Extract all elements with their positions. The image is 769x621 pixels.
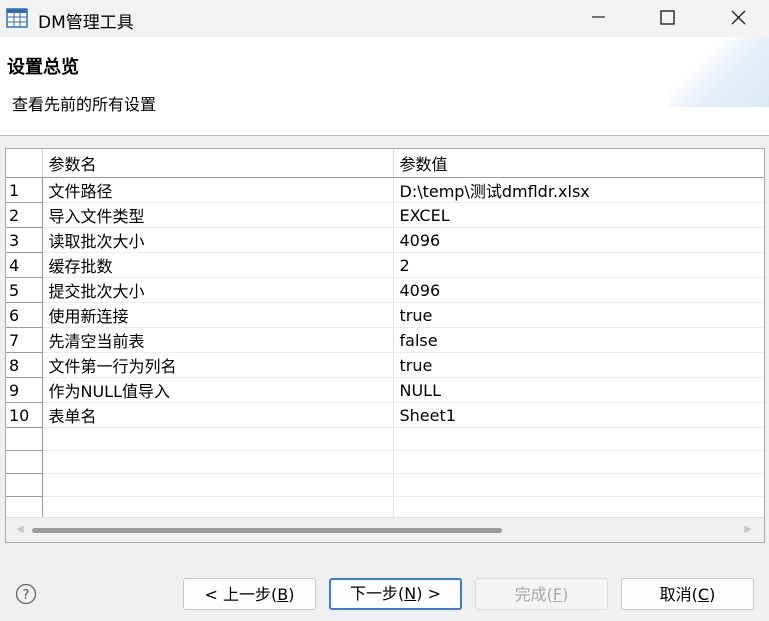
next-button[interactable]: 下一步(N) > <box>329 578 462 610</box>
param-value-cell[interactable]: Sheet1 <box>393 402 764 428</box>
row-number <box>6 473 43 497</box>
row-number <box>6 427 43 451</box>
row-number[interactable]: 1 <box>6 177 43 203</box>
finish-mnemonic: F <box>552 585 563 604</box>
window-title: DM管理工具 <box>38 13 134 33</box>
finish-button: 完成(F) <box>475 578 608 610</box>
header-decoration <box>669 37 769 107</box>
table-row[interactable]: 7 先清空当前表 false <box>6 327 764 353</box>
finish-label-end: ) <box>562 585 569 604</box>
empty-cell <box>42 473 394 497</box>
param-value-cell[interactable]: false <box>393 327 764 353</box>
param-value-cell[interactable]: true <box>393 302 764 328</box>
row-number[interactable]: 7 <box>6 327 43 353</box>
row-number[interactable]: 3 <box>6 227 43 253</box>
previous-label: < 上一步( <box>204 585 278 604</box>
row-number[interactable]: 10 <box>6 402 43 428</box>
table-row[interactable]: 1 文件路径 D:\temp\测试dmfldr.xlsx <box>6 177 764 203</box>
settings-grid: 参数名 参数值 1 文件路径 D:\temp\测试dmfldr.xlsx 2 导入文件类… <box>6 149 764 542</box>
previous-mnemonic: B <box>277 585 289 604</box>
param-name-cell[interactable]: 读取批次大小 <box>42 227 394 253</box>
param-value-cell[interactable]: 4096 <box>393 277 764 303</box>
empty-cell <box>393 450 764 474</box>
next-label: 下一步( <box>350 584 405 603</box>
param-value-cell[interactable]: EXCEL <box>393 202 764 228</box>
empty-cell <box>393 427 764 451</box>
row-number[interactable]: 6 <box>6 302 43 328</box>
param-name-cell[interactable]: 缓存批数 <box>42 252 394 278</box>
column-header-name[interactable]: 参数名 <box>42 149 394 178</box>
empty-table-row <box>6 427 764 451</box>
cancel-label-end: ) <box>709 585 716 604</box>
table-row[interactable]: 6 使用新连接 true <box>6 302 764 328</box>
param-name-cell[interactable]: 先清空当前表 <box>42 327 394 353</box>
table-row[interactable]: 5 提交批次大小 4096 <box>6 277 764 303</box>
scrollbar-thumb[interactable] <box>32 528 502 533</box>
table-row[interactable]: 2 导入文件类型 EXCEL <box>6 202 764 228</box>
scroll-left-icon[interactable]: ◀ <box>16 524 24 535</box>
table-header-row: 参数名 参数值 <box>6 149 764 178</box>
param-name-cell[interactable]: 表单名 <box>42 402 394 428</box>
empty-table-row <box>6 450 764 474</box>
maximize-icon <box>660 10 675 25</box>
maximize-button[interactable] <box>645 0 691 37</box>
previous-label-end: ) <box>288 585 295 604</box>
param-name-cell[interactable]: 作为NULL值导入 <box>42 377 394 403</box>
row-number[interactable]: 9 <box>6 377 43 403</box>
question-circle-icon[interactable]: ? <box>15 583 37 605</box>
close-button[interactable] <box>715 0 761 37</box>
column-header-value[interactable]: 参数值 <box>393 149 764 178</box>
settings-table[interactable]: 参数名 参数值 1 文件路径 D:\temp\测试dmfldr.xlsx 2 导入文件类… <box>5 148 765 543</box>
row-number <box>6 450 43 474</box>
param-name-cell[interactable]: 使用新连接 <box>42 302 394 328</box>
empty-cell <box>42 450 394 474</box>
row-number[interactable]: 5 <box>6 277 43 303</box>
minimize-icon <box>592 16 605 18</box>
table-row[interactable]: 8 文件第一行为列名 true <box>6 352 764 378</box>
row-number[interactable]: 2 <box>6 202 43 228</box>
param-value-cell[interactable]: NULL <box>393 377 764 403</box>
close-icon <box>731 10 746 25</box>
param-value-cell[interactable]: true <box>393 352 764 378</box>
empty-cell <box>393 473 764 497</box>
table-row[interactable]: 10 表单名 Sheet1 <box>6 402 764 428</box>
table-row[interactable]: 9 作为NULL值导入 NULL <box>6 377 764 403</box>
cancel-button[interactable]: 取消(C) <box>621 578 754 610</box>
page-subtitle: 查看先前的所有设置 <box>12 95 157 114</box>
table-row[interactable]: 4 缓存批数 2 <box>6 252 764 278</box>
horizontal-scrollbar[interactable]: ◀ ▶ <box>6 517 764 542</box>
wizard-header: 设置总览 查看先前的所有设置 <box>0 37 769 136</box>
table-row[interactable]: 3 读取批次大小 4096 <box>6 227 764 253</box>
next-mnemonic: N <box>404 584 417 603</box>
param-name-cell[interactable]: 文件第一行为列名 <box>42 352 394 378</box>
previous-button[interactable]: < 上一步(B) <box>183 578 316 610</box>
param-value-cell[interactable]: D:\temp\测试dmfldr.xlsx <box>393 177 764 203</box>
param-name-cell[interactable]: 导入文件类型 <box>42 202 394 228</box>
row-number[interactable]: 8 <box>6 352 43 378</box>
finish-label: 完成( <box>514 585 553 604</box>
title-bar: DM管理工具 <box>0 0 769 37</box>
table-app-icon <box>6 8 28 28</box>
param-name-cell[interactable]: 文件路径 <box>42 177 394 203</box>
cancel-mnemonic: C <box>697 585 710 604</box>
scroll-right-icon[interactable]: ▶ <box>744 524 752 535</box>
param-value-cell[interactable]: 4096 <box>393 227 764 253</box>
page-title: 设置总览 <box>7 57 79 78</box>
param-name-cell[interactable]: 提交批次大小 <box>42 277 394 303</box>
empty-table-row <box>6 473 764 497</box>
minimize-button[interactable] <box>575 0 621 37</box>
empty-cell <box>42 427 394 451</box>
row-number[interactable]: 4 <box>6 252 43 278</box>
next-label-end: ) > <box>416 584 441 603</box>
param-value-cell[interactable]: 2 <box>393 252 764 278</box>
svg-text:?: ? <box>23 588 30 603</box>
corner-cell[interactable] <box>6 149 43 178</box>
cancel-label: 取消( <box>659 585 698 604</box>
